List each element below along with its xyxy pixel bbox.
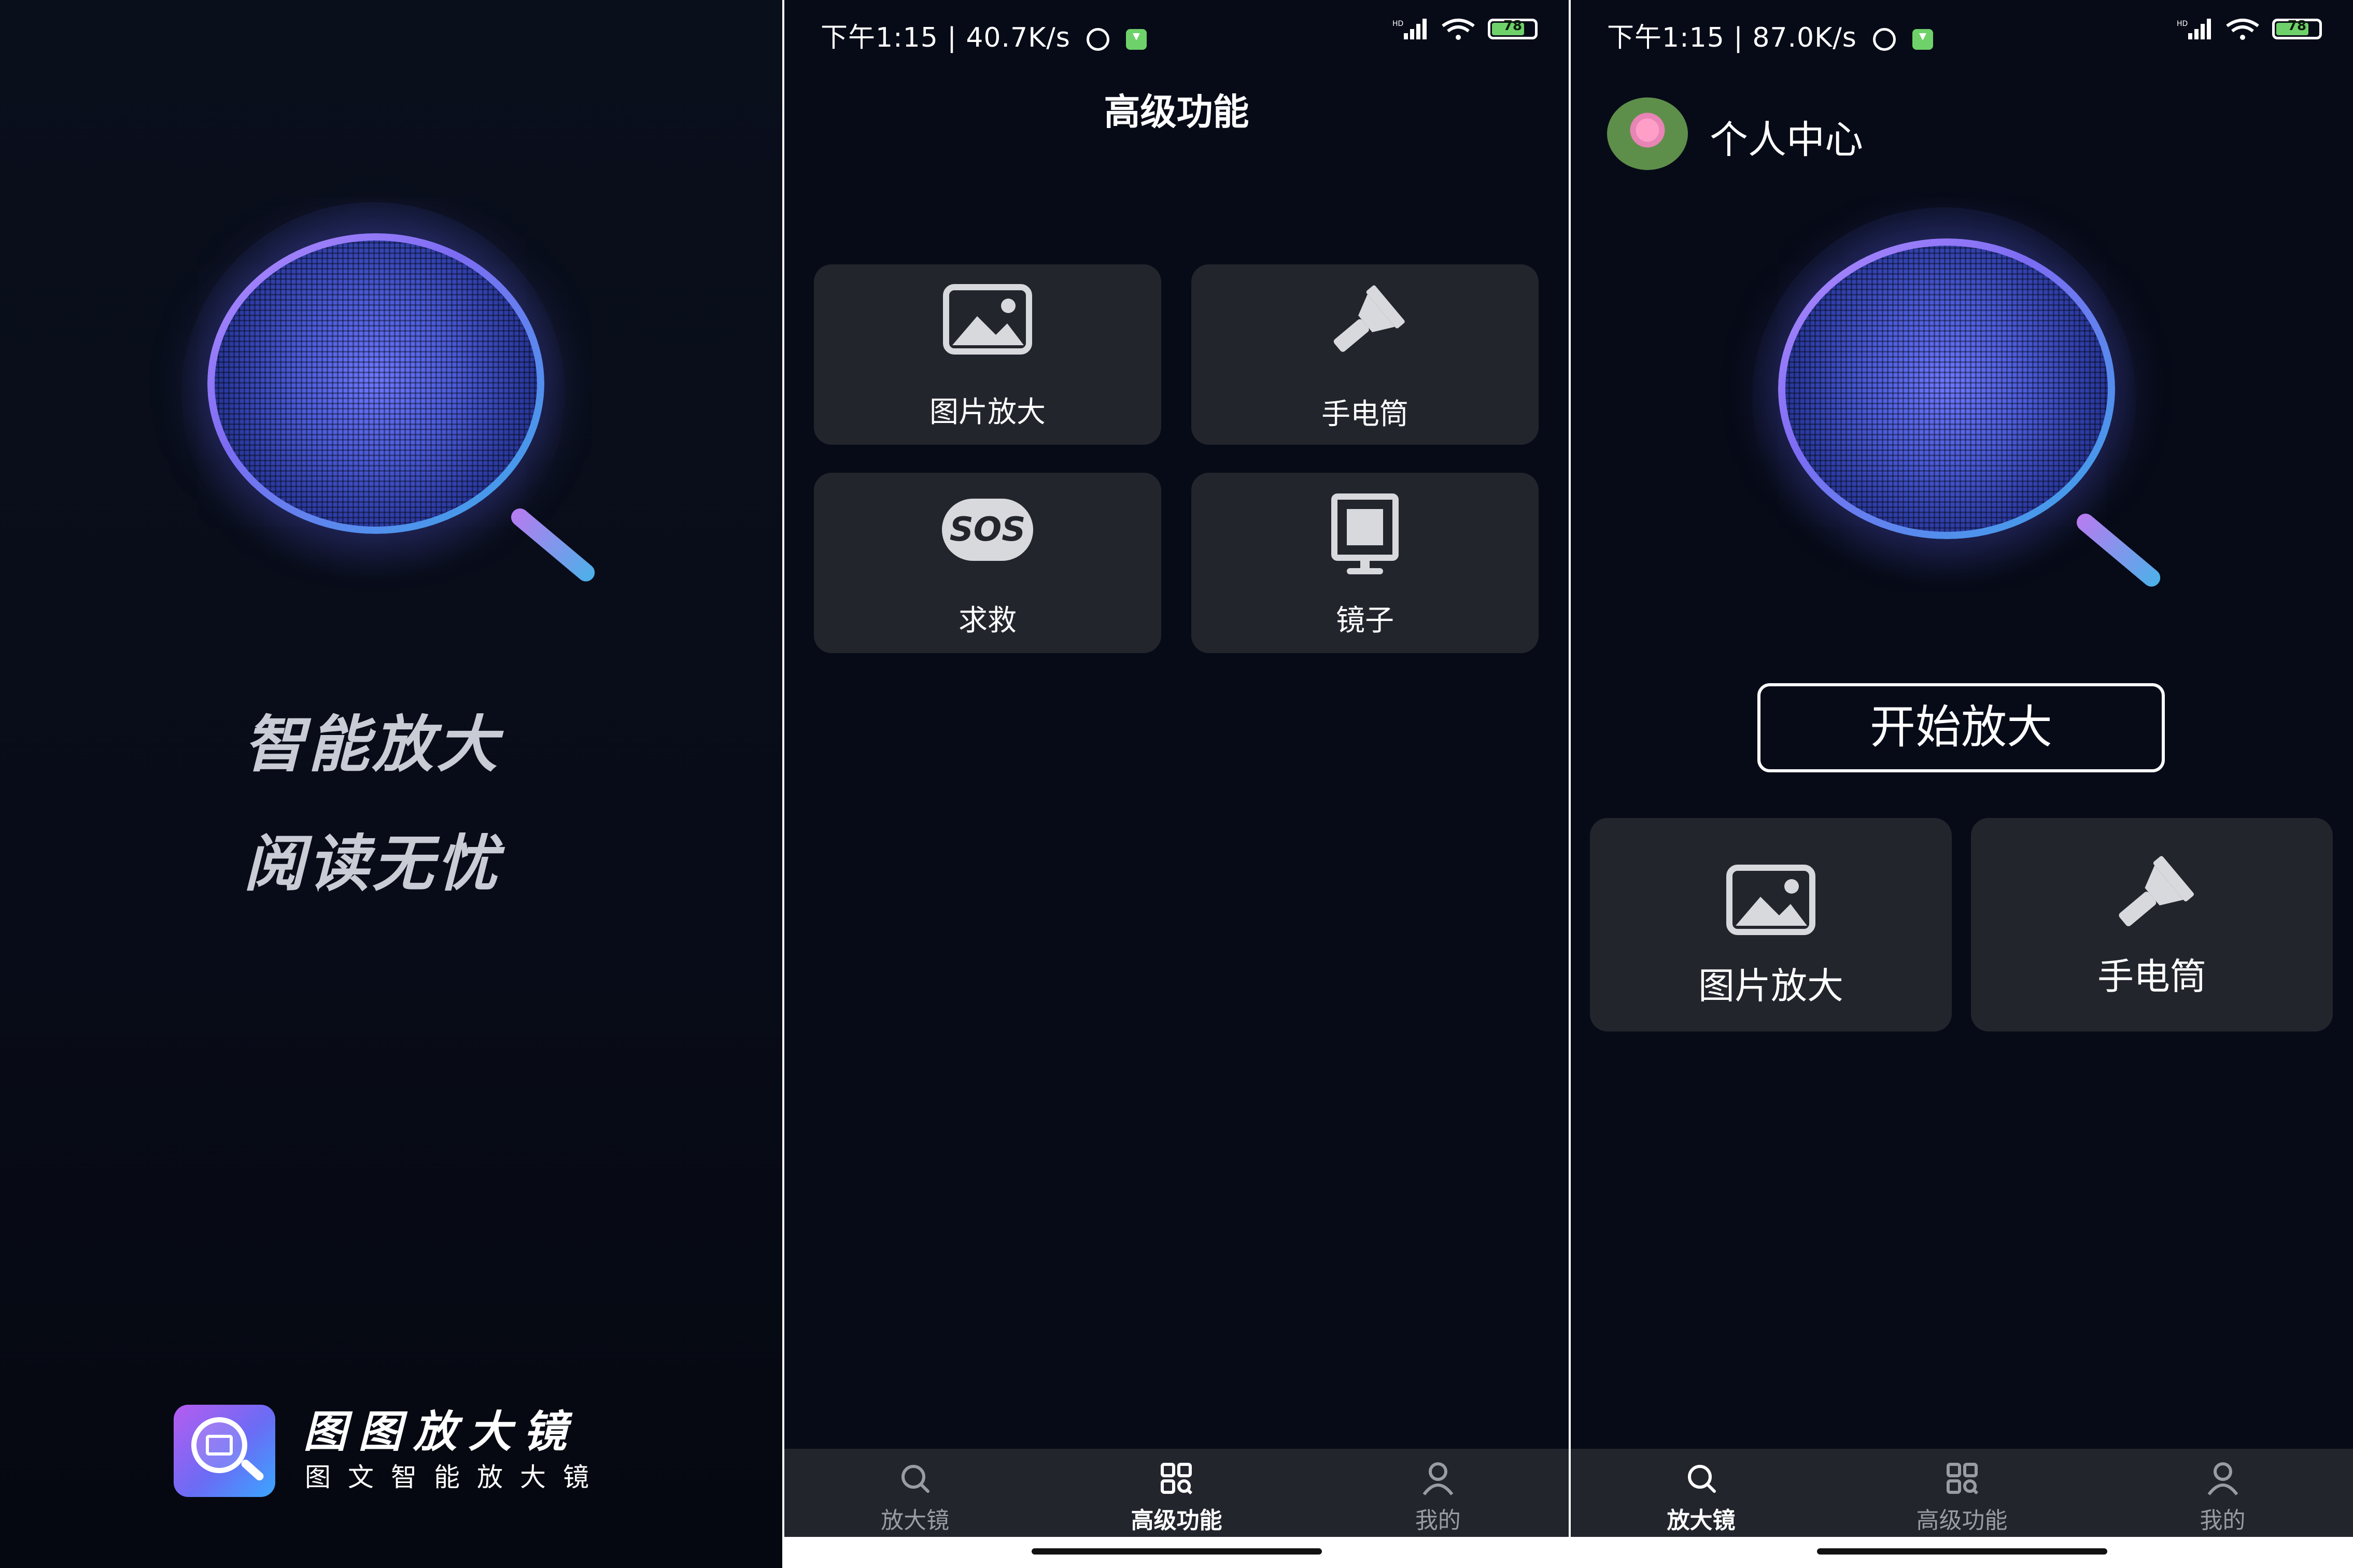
download-icon	[1125, 29, 1147, 50]
flashlight-icon	[2119, 856, 2194, 926]
alarm-icon	[1087, 28, 1110, 51]
wifi-icon	[1442, 19, 1475, 40]
signal-icon: HD	[1392, 19, 1427, 39]
tab-mine[interactable]: 我的	[2092, 1449, 2353, 1537]
tab-label: 高级功能	[1916, 1507, 2008, 1534]
grid-icon	[1161, 1463, 1193, 1495]
sos-icon: SOS	[942, 499, 1033, 561]
card-label: 图片放大	[1698, 965, 1843, 1007]
profile-center-link[interactable]: 个人中心	[1710, 109, 1863, 164]
tab-label: 我的	[2200, 1507, 2246, 1534]
app-subtitle: 图文智能放大镜	[305, 1462, 606, 1492]
tab-label: 我的	[1415, 1507, 1461, 1534]
tab-magnifier[interactable]: 放大镜	[1571, 1449, 1831, 1537]
svg-text:HD: HD	[2177, 20, 2188, 28]
user-icon	[2207, 1462, 2238, 1495]
card-label: 手电筒	[1321, 398, 1408, 431]
start-zoom-button[interactable]: 开始放大	[1757, 683, 2165, 772]
image-icon	[1726, 865, 1815, 935]
card-image-zoom[interactable]: 图片放大	[1590, 818, 1952, 1032]
card-flashlight[interactable]: 手电筒	[1191, 264, 1539, 445]
advanced-features-screen: 下午1:15 | 40.7K/s HD 78 高级功能 图片放大 手电筒 SOS…	[784, 0, 1569, 1568]
page-title: 高级功能	[1104, 91, 1249, 133]
grid-icon	[1946, 1463, 1978, 1495]
app-logo-icon	[174, 1405, 275, 1497]
tab-advanced[interactable]: 高级功能	[1046, 1449, 1307, 1537]
battery-icon: 78	[1488, 18, 1538, 39]
card-label: 求救	[959, 604, 1017, 638]
card-flashlight[interactable]: 手电筒	[1971, 818, 2333, 1032]
app-name: 图图放大镜	[303, 1406, 579, 1457]
mirror-icon	[1331, 493, 1399, 574]
image-icon	[943, 284, 1032, 355]
splash-screen: 智能放大 阅读无忧 图图放大镜 图文智能放大镜	[0, 0, 782, 1568]
gesture-bar	[784, 1537, 1569, 1568]
magnifier-illustration	[171, 197, 638, 643]
gesture-bar	[1571, 1537, 2353, 1568]
tab-mine[interactable]: 我的	[1307, 1449, 1569, 1537]
user-icon	[1422, 1462, 1454, 1495]
status-bar: 下午1:15 | 40.7K/s HD 78	[784, 16, 1569, 54]
flashlight-icon	[1333, 285, 1405, 352]
card-sos[interactable]: SOS 求救	[814, 473, 1161, 653]
wifi-icon	[2226, 19, 2259, 40]
search-icon	[1687, 1465, 1716, 1493]
status-time: 下午1:15 | 40.7K/s	[821, 16, 1147, 54]
home-screen: 下午1:15 | 87.0K/s HD 78 个人中心 开始放大 图片放大 手电…	[1571, 0, 2353, 1568]
card-label: 手电筒	[2097, 955, 2206, 998]
tab-magnifier[interactable]: 放大镜	[784, 1449, 1046, 1537]
status-time: 下午1:15 | 87.0K/s	[1607, 16, 1933, 54]
card-label: 图片放大	[929, 395, 1046, 429]
battery-icon: 78	[2272, 18, 2322, 39]
tab-label: 放大镜	[881, 1507, 950, 1534]
tab-advanced[interactable]: 高级功能	[1831, 1449, 2092, 1537]
svg-text:HD: HD	[1392, 20, 1403, 28]
slogan-line-2: 阅读无忧	[244, 828, 501, 899]
download-icon	[1912, 29, 1933, 50]
signal-icon: HD	[2177, 19, 2211, 39]
bottom-nav: 放大镜 高级功能 我的	[784, 1449, 1569, 1537]
card-mirror[interactable]: 镜子	[1191, 473, 1539, 653]
avatar[interactable]	[1607, 97, 1688, 170]
alarm-icon	[1873, 28, 1896, 51]
tab-label: 放大镜	[1667, 1507, 1736, 1534]
slogan-line-1: 智能放大	[244, 709, 501, 780]
bottom-nav: 放大镜 高级功能 我的	[1571, 1449, 2353, 1537]
status-bar: 下午1:15 | 87.0K/s HD 78	[1571, 16, 2353, 54]
magnifier-illustration	[1742, 202, 2208, 648]
card-label: 镜子	[1336, 604, 1394, 638]
card-image-zoom[interactable]: 图片放大	[814, 264, 1161, 445]
search-icon	[901, 1465, 930, 1493]
tab-label: 高级功能	[1131, 1507, 1222, 1534]
